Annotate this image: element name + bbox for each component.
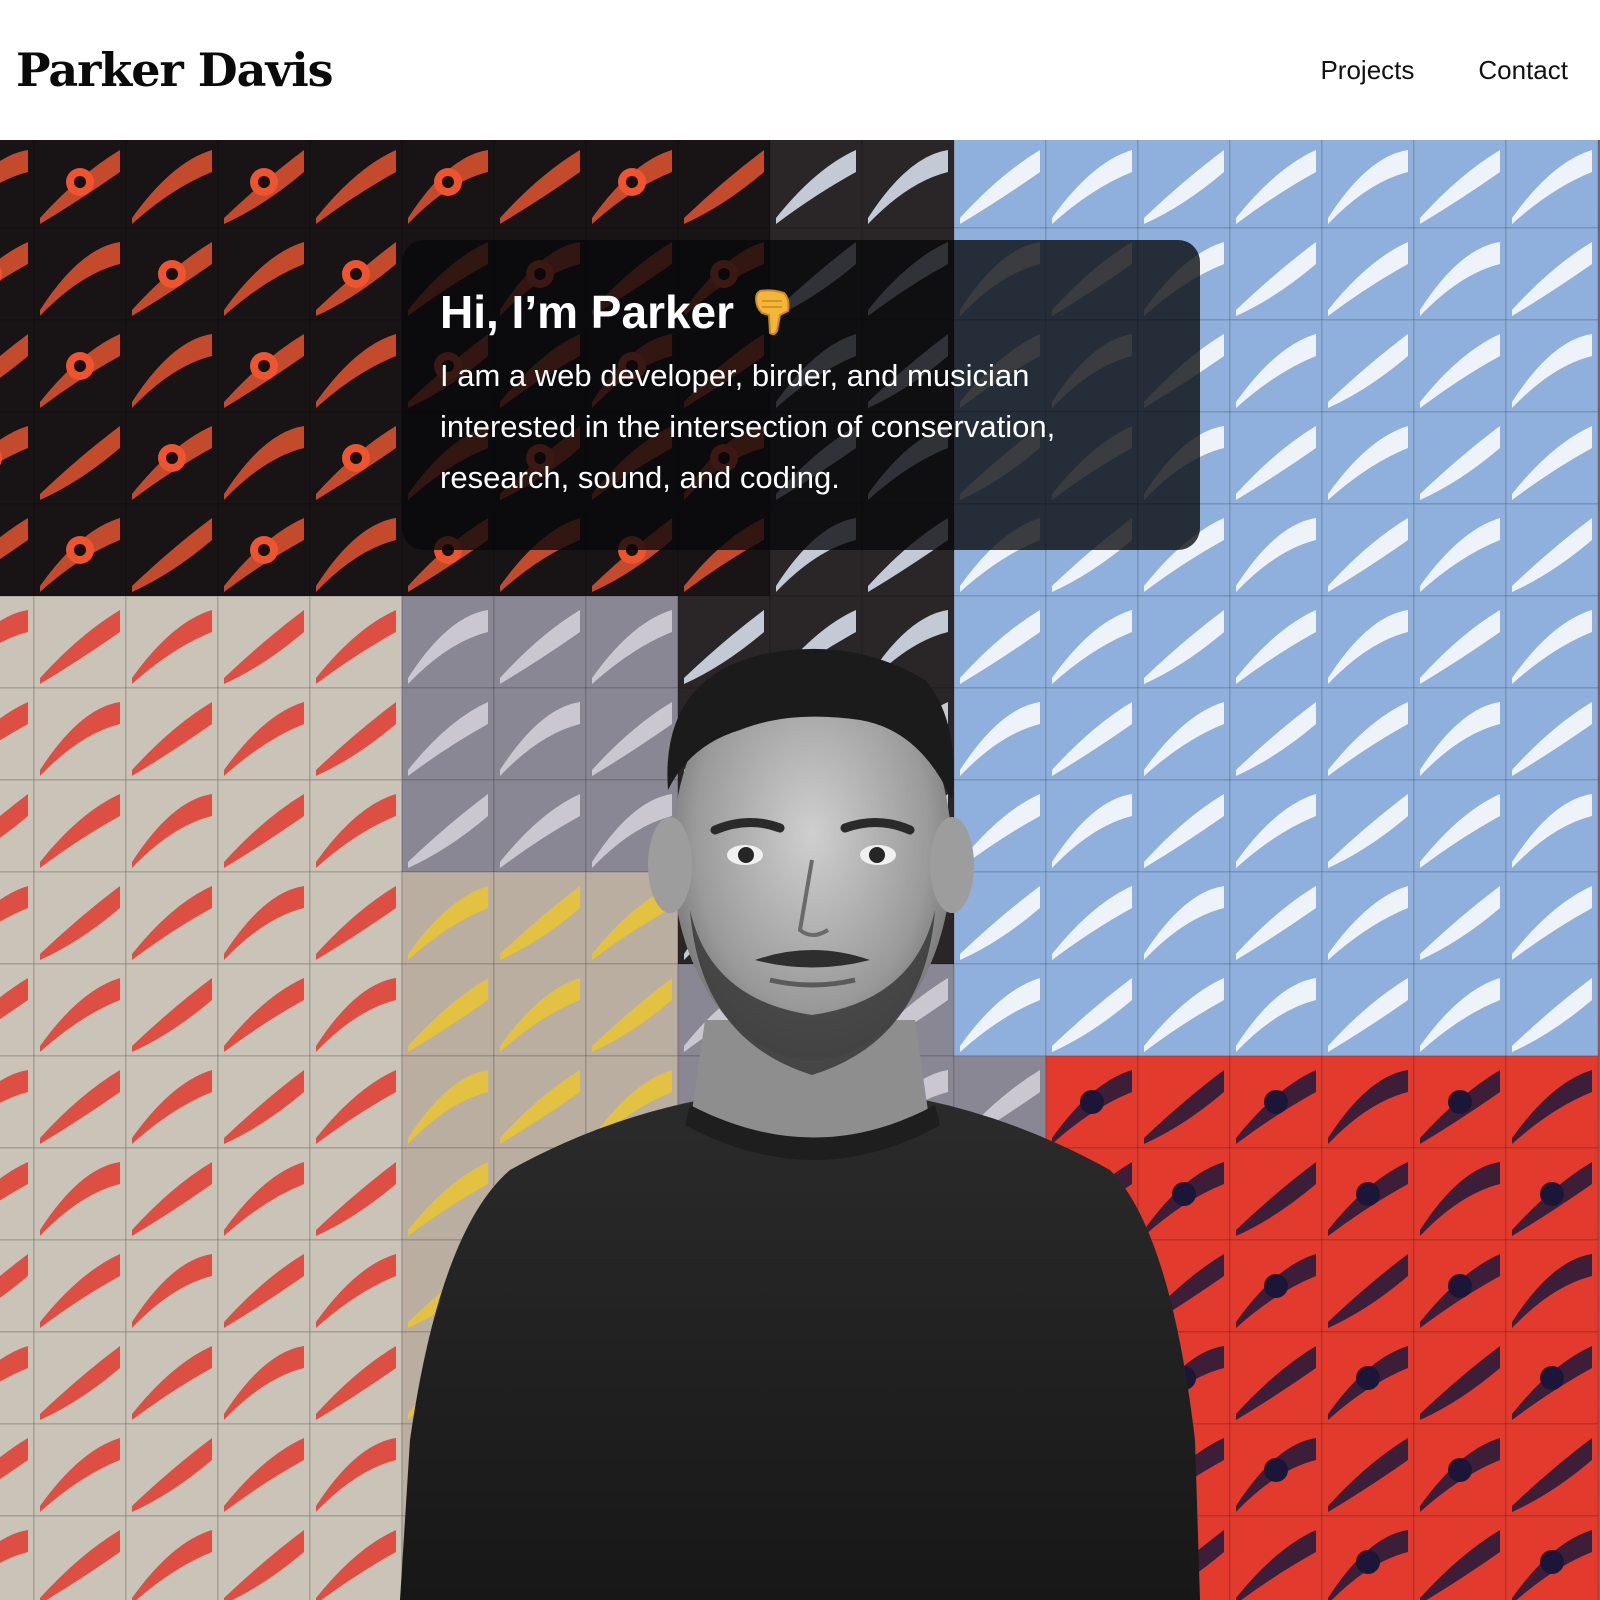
site-header: Parker Davis Projects Contact [0, 0, 1600, 140]
site-brand[interactable]: Parker Davis [16, 38, 334, 102]
intro-heading-text: Hi, I’m Parker [440, 286, 735, 338]
intro-heading: Hi, I’m Parker [440, 284, 1162, 340]
intro-description: I am a web developer, birder, and musici… [440, 358, 1056, 495]
nav-link-contact[interactable]: Contact [1478, 50, 1568, 90]
pointing-down-hand-icon [750, 287, 794, 337]
hero-section: Hi, I’m Parker I am a web developer, bir… [0, 140, 1600, 1600]
intro-card: Hi, I’m Parker I am a web developer, bir… [402, 240, 1200, 550]
main-nav: Projects Contact [1320, 50, 1568, 90]
nav-link-projects[interactable]: Projects [1320, 50, 1414, 90]
